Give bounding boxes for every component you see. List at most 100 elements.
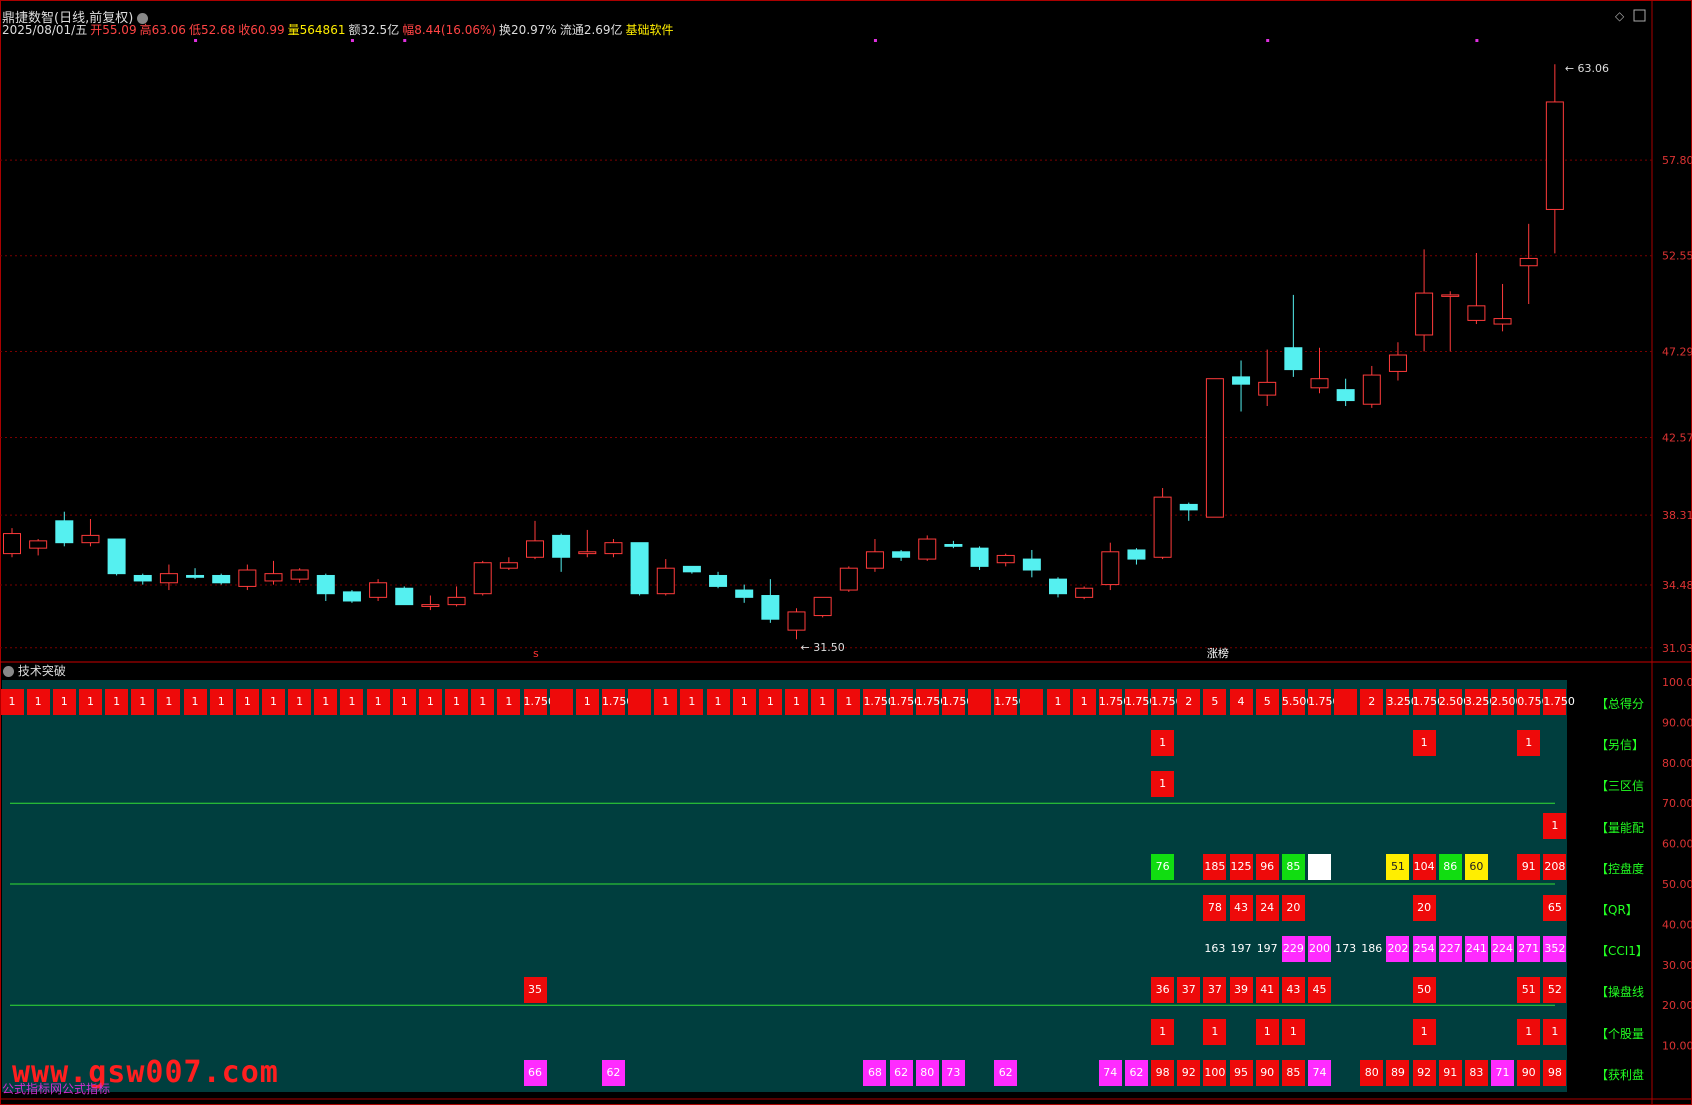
candle[interactable] xyxy=(1075,586,1094,600)
candle[interactable] xyxy=(1362,365,1381,408)
candle[interactable] xyxy=(552,533,571,572)
candle[interactable] xyxy=(1022,549,1041,578)
candle[interactable] xyxy=(55,511,74,547)
candle[interactable] xyxy=(1336,378,1355,407)
indicator-cell[interactable]: 1 xyxy=(497,689,521,715)
indicator-cell[interactable]: 1 xyxy=(131,689,155,715)
indicator-cell[interactable] xyxy=(1020,689,1044,715)
indicator-cell[interactable]: 104 xyxy=(1412,853,1436,880)
candle[interactable] xyxy=(761,579,780,623)
candle[interactable] xyxy=(499,557,518,571)
indicator-cell[interactable]: 200 xyxy=(1308,936,1331,963)
candle[interactable] xyxy=(1493,283,1512,332)
indicator-cell[interactable]: 65 xyxy=(1543,895,1567,921)
indicator-cell[interactable]: 1 xyxy=(26,689,50,715)
indicator-cell[interactable]: 1 xyxy=(78,689,102,715)
indicator-cell[interactable]: 92 xyxy=(1177,1059,1201,1086)
candle[interactable] xyxy=(369,579,388,601)
indicator-cell[interactable]: 1 xyxy=(1046,689,1070,715)
candle[interactable] xyxy=(1127,548,1146,565)
indicator-cell[interactable]: 1 xyxy=(732,689,756,715)
indicator-cell[interactable]: 5 xyxy=(1203,689,1227,715)
indicator-cell[interactable]: 271 xyxy=(1517,936,1541,963)
candle[interactable] xyxy=(29,539,48,556)
candle[interactable] xyxy=(1232,360,1251,412)
candle[interactable] xyxy=(264,560,283,585)
indicator-cell[interactable]: 45 xyxy=(1308,977,1331,1004)
indicator-cell[interactable]: 1.750 xyxy=(915,689,947,715)
indicator-cell[interactable]: 224 xyxy=(1491,936,1515,963)
candle[interactable] xyxy=(447,586,466,607)
candle[interactable] xyxy=(578,529,597,558)
candle[interactable] xyxy=(604,539,623,558)
indicator-cell[interactable] xyxy=(549,689,573,715)
indicator-cell[interactable]: 90 xyxy=(1517,1059,1541,1086)
collapse-icon[interactable] xyxy=(3,666,14,677)
indicator-cell[interactable]: 241 xyxy=(1464,936,1488,963)
indicator-cell[interactable]: 100 xyxy=(1203,1059,1227,1086)
indicator-cell[interactable]: 2 xyxy=(1360,689,1384,715)
indicator-cell[interactable]: 91 xyxy=(1517,853,1541,880)
indicator-cell[interactable]: 71 xyxy=(1491,1059,1515,1086)
indicator-cell[interactable]: 1 xyxy=(1255,1018,1279,1045)
candle[interactable] xyxy=(3,528,21,558)
indicator-cell[interactable]: 80 xyxy=(915,1059,939,1086)
indicator-cell[interactable]: 35 xyxy=(523,977,547,1004)
indicator-cell[interactable]: 1 xyxy=(340,689,364,715)
indicator-cell[interactable]: 1 xyxy=(209,689,233,715)
candle[interactable] xyxy=(709,571,728,589)
indicator-cell[interactable]: 2.500 xyxy=(1491,689,1523,715)
candle[interactable] xyxy=(133,573,152,585)
indicator-cell[interactable]: 1 xyxy=(471,689,495,715)
indicator-cell[interactable]: 1.750 xyxy=(1098,689,1130,715)
candle[interactable] xyxy=(1284,294,1303,377)
candle[interactable] xyxy=(1310,347,1329,394)
indicator-cell[interactable]: 1 xyxy=(1203,1018,1227,1045)
indicator-cell[interactable]: 85 xyxy=(1281,853,1305,880)
candle[interactable] xyxy=(918,535,937,561)
candle[interactable] xyxy=(787,608,806,640)
indicator-cell[interactable]: 76 xyxy=(1151,853,1175,880)
indicator-cell[interactable]: 1 xyxy=(288,689,312,715)
indicator-cell[interactable]: 202 xyxy=(1386,936,1410,963)
indicator-cell[interactable]: 254 xyxy=(1412,936,1436,963)
indicator-cell[interactable]: 95 xyxy=(1229,1059,1253,1086)
candle[interactable] xyxy=(1545,64,1564,254)
candle[interactable] xyxy=(630,542,649,596)
indicator-cell[interactable]: 3.250 xyxy=(1464,689,1496,715)
indicator-cell[interactable]: 1 xyxy=(1543,812,1567,839)
indicator-cell[interactable]: 1 xyxy=(183,689,207,715)
indicator-cell[interactable]: 1 xyxy=(235,689,259,715)
indicator-cell[interactable] xyxy=(968,689,992,715)
indicator-cell[interactable]: 62 xyxy=(601,1059,625,1086)
indicator-cell[interactable]: 1 xyxy=(1517,730,1541,757)
indicator-cell[interactable]: 2.500 xyxy=(1438,689,1470,715)
candle[interactable] xyxy=(682,565,701,574)
indicator-cell[interactable]: 60 xyxy=(1464,853,1488,880)
indicator-cell[interactable]: 1 xyxy=(262,689,285,715)
indicator-cell[interactable]: 5 xyxy=(1255,689,1279,715)
candle[interactable] xyxy=(81,518,100,547)
indicator-cell[interactable]: 1.750 xyxy=(1308,689,1340,715)
indicator-cell[interactable]: 173 xyxy=(1334,936,1357,962)
indicator-cell[interactable]: 62 xyxy=(889,1059,913,1086)
indicator-cell[interactable] xyxy=(1334,689,1358,715)
indicator-cell[interactable]: 1 xyxy=(837,689,861,715)
indicator-cell[interactable]: 1 xyxy=(654,689,678,715)
indicator-cell[interactable]: 1 xyxy=(366,689,390,715)
indicator-cell[interactable]: 52 xyxy=(1543,977,1567,1004)
indicator-cell[interactable]: 50 xyxy=(1412,977,1436,1004)
indicator-cell[interactable]: 1 xyxy=(1151,730,1175,757)
indicator-cell[interactable]: 37 xyxy=(1177,977,1201,1004)
candle[interactable] xyxy=(1415,249,1434,352)
indicator-cell[interactable]: 1 xyxy=(1517,1018,1541,1045)
indicator-cell[interactable]: 1.750 xyxy=(941,689,973,715)
candle[interactable] xyxy=(996,553,1015,567)
indicator-cell[interactable]: 74 xyxy=(1098,1059,1122,1086)
indicator-cell[interactable]: 1 xyxy=(706,689,730,715)
indicator-cell[interactable]: 62 xyxy=(1124,1059,1148,1086)
indicator-cell[interactable]: 227 xyxy=(1438,936,1462,963)
diamond-icon[interactable]: ◇ xyxy=(1615,9,1625,23)
indicator-cell[interactable]: 90 xyxy=(1255,1059,1279,1086)
indicator-cell[interactable]: 62 xyxy=(994,1059,1018,1086)
